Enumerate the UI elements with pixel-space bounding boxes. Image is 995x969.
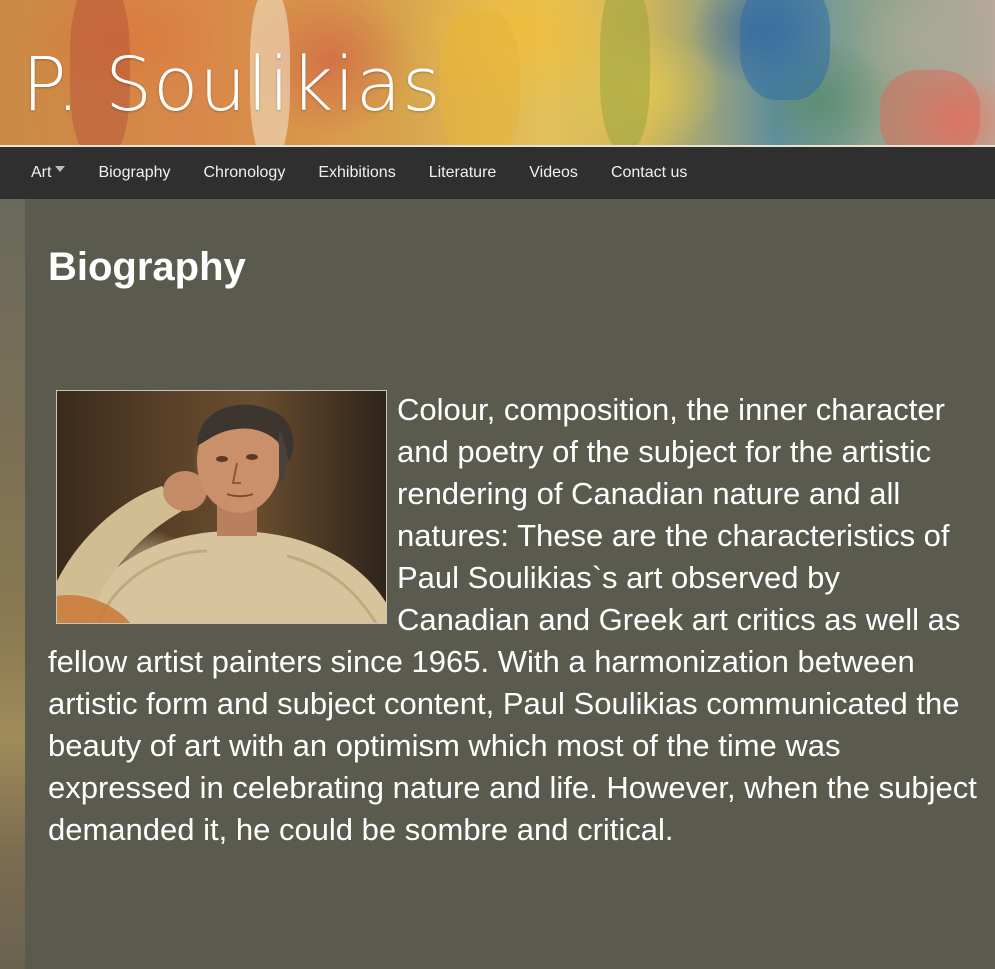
nav-item-label: Videos (529, 164, 578, 181)
artist-portrait-image (56, 390, 387, 624)
nav-item-label: Exhibitions (318, 164, 396, 181)
left-painted-edge (0, 199, 25, 969)
header-banner: P. Soulikias (0, 0, 995, 147)
nav-item-videos[interactable]: Videos (529, 164, 578, 182)
nav-item-art[interactable]: Art (31, 164, 66, 182)
nav-item-label: Chronology (203, 164, 286, 181)
main-nav: Art Biography Chronology Exhibitions Lit… (0, 147, 995, 199)
banner-paint-stroke (600, 0, 650, 147)
nav-item-label: Art (31, 164, 52, 181)
nav-item-literature[interactable]: Literature (429, 164, 497, 182)
portrait-illustration (57, 404, 386, 623)
main-content: Biography Colour, composition, the inner… (25, 199, 995, 969)
banner-paint-stroke (880, 70, 980, 147)
site-logo[interactable]: P. Soulikias (22, 48, 442, 122)
nav-item-label: Literature (428, 164, 497, 181)
nav-item-label: Biography (98, 164, 171, 181)
biography-article: Colour, composition, the inner character… (48, 389, 978, 851)
nav-item-label: Contact us (610, 164, 688, 181)
banner-paint-stroke (740, 0, 830, 100)
banner-paint-stroke (440, 10, 520, 147)
nav-item-exhibitions[interactable]: Exhibitions (318, 164, 395, 182)
nav-item-contact-us[interactable]: Contact us (611, 164, 687, 182)
caret-down-icon (55, 166, 66, 172)
nav-item-chronology[interactable]: Chronology (204, 164, 286, 182)
page-title: Biography (48, 245, 246, 289)
nav-item-biography[interactable]: Biography (98, 164, 170, 182)
